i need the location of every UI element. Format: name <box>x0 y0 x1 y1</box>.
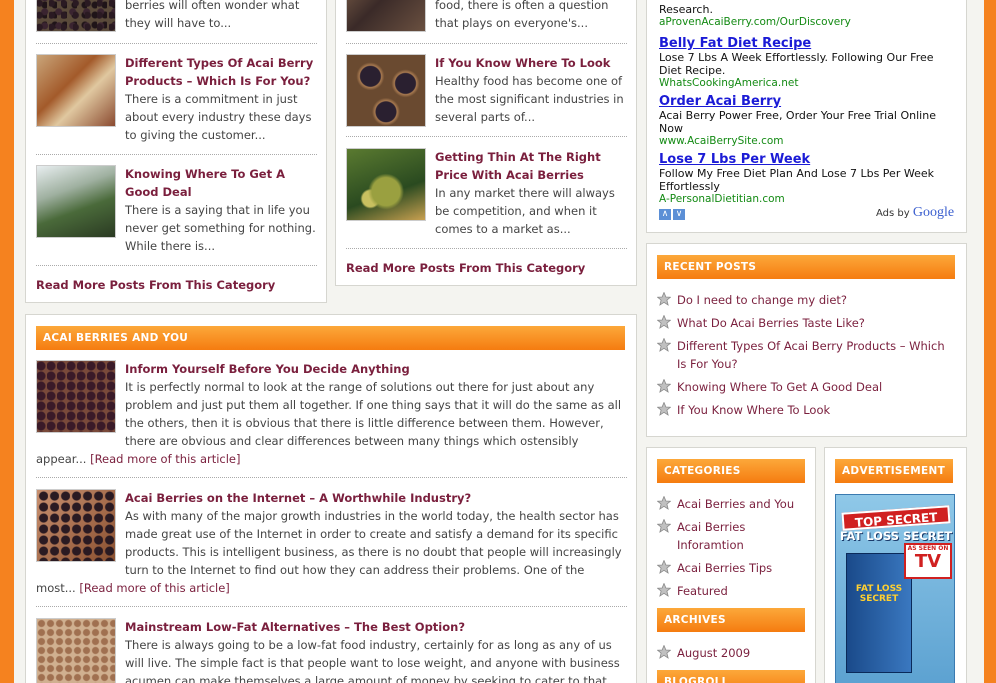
ad-arrow-up-icon[interactable]: ∧ <box>659 209 671 220</box>
post-item: Acai Berries on the Internet – A Worthwh… <box>36 489 627 599</box>
category-column-1: berries will often wonder what they will… <box>25 0 327 303</box>
post-excerpt: Healthy food has become one of the most … <box>435 74 624 124</box>
divider <box>36 477 627 478</box>
post-title-link[interactable]: Mainstream Low-Fat Alternatives – The Be… <box>125 618 465 636</box>
seen-on-tv-badge: AS SEEN ON TV <box>904 543 952 579</box>
ad-title-link[interactable]: Belly Fat Diet Recipe <box>659 36 959 51</box>
post-body: It is perfectly normal to look at the ra… <box>36 380 622 466</box>
divider <box>346 43 627 44</box>
ad-unit: Belly Fat Diet Recipe Lose 7 Lbs A Week … <box>659 36 959 90</box>
post-excerpt: There is a saying that in life you never… <box>125 203 316 253</box>
read-more-article-link[interactable]: [Read more of this article] <box>90 452 240 466</box>
widget-header: Advertisement <box>835 459 955 483</box>
page: berries will often wonder what they will… <box>14 0 984 683</box>
ad-url-link[interactable]: aProvenAcaiBerry.com/OurDiscovery <box>659 16 959 29</box>
widget-header-blogroll: Blogroll <box>657 670 807 683</box>
section-header: Acai Berries and You <box>36 326 627 350</box>
category-column-2: food, there is often a question that pla… <box>335 0 637 286</box>
categories-widget: Categories Acai Berries and You Acai Ber… <box>646 447 816 683</box>
divider <box>36 43 317 44</box>
recent-posts-widget: Recent Posts Do I need to change my diet… <box>646 243 967 437</box>
post-title-link[interactable]: If You Know Where To Look <box>435 54 627 72</box>
post-thumbnail[interactable] <box>346 148 426 221</box>
ad-arrow-down-icon[interactable]: ∨ <box>673 209 685 220</box>
star-bullet-icon <box>656 518 672 533</box>
post-thumbnail[interactable] <box>36 54 116 127</box>
post-thumbnail[interactable] <box>36 0 116 32</box>
ad-title-link[interactable]: Lose 7 Lbs Per Week <box>659 152 959 167</box>
star-bullet-icon <box>656 582 672 597</box>
ad-body: Research. <box>659 3 713 16</box>
post-item: Mainstream Low-Fat Alternatives – The Be… <box>36 618 627 683</box>
post-excerpt: food, there is often a question that pla… <box>435 0 609 30</box>
ad-body: Lose 7 Lbs A Week Effortlessly. Followin… <box>659 51 934 77</box>
post-body: As with many of the major growth industr… <box>36 509 622 595</box>
post-title-link[interactable]: Knowing Where To Get A Good Deal <box>125 165 317 201</box>
widget-header: Categories <box>657 459 807 483</box>
widget-header-archives: Archives <box>657 608 807 632</box>
google-ads-box: Research. aProvenAcaiBerry.com/OurDiscov… <box>646 0 967 233</box>
post-thumbnail[interactable] <box>346 54 426 127</box>
post-title-link[interactable]: Getting Thin At The Right Price With Aca… <box>435 148 627 184</box>
divider <box>36 265 317 266</box>
star-bullet-icon <box>656 378 672 393</box>
star-bullet-icon <box>656 495 672 510</box>
banner-top-secret: TOP SECRET <box>841 505 951 531</box>
ad-title-link[interactable]: Order Acai Berry <box>659 94 959 109</box>
ad-body: Acai Berry Power Free, Order Your Free T… <box>659 109 936 135</box>
ad-unit: Lose 7 Lbs Per Week Follow My Free Diet … <box>659 152 959 206</box>
star-bullet-icon <box>656 644 672 659</box>
post-thumbnail[interactable] <box>346 0 426 32</box>
star-bullet-icon <box>656 337 672 352</box>
ad-url-link[interactable]: WhatsCookingAmerica.net <box>659 77 959 90</box>
post-excerpt: In any market there will always be compe… <box>435 186 615 236</box>
ad-url-link[interactable]: www.AcaiBerrySite.com <box>659 135 959 148</box>
read-more-article-link[interactable]: [Read more of this article] <box>79 581 229 595</box>
star-bullet-icon <box>656 401 672 416</box>
post-thumbnail[interactable] <box>36 165 116 238</box>
google-logo: Google <box>912 205 955 220</box>
post-title-link[interactable]: Inform Yourself Before You Decide Anythi… <box>125 360 410 378</box>
ad-unit: Order Acai Berry Acai Berry Power Free, … <box>659 94 959 148</box>
ads-by-google-link[interactable]: Ads by Google <box>876 205 954 221</box>
post-title-link[interactable]: Acai Berries on the Internet – A Worthwh… <box>125 489 471 507</box>
divider <box>36 606 627 607</box>
post-excerpt: There is a commitment in just about ever… <box>125 92 312 142</box>
star-bullet-icon <box>656 314 672 329</box>
divider <box>346 248 627 249</box>
post-body: There is always going to be a low-fat fo… <box>125 638 620 683</box>
post-excerpt: berries will often wonder what they will… <box>125 0 300 30</box>
divider <box>36 154 317 155</box>
star-bullet-icon <box>656 291 672 306</box>
category-section-acai-berries-and-you: Acai Berries and You Inform Yourself Bef… <box>25 314 637 683</box>
read-more-link[interactable]: Read More Posts From This Category <box>346 261 585 275</box>
fat-loss-ad-banner[interactable]: TOP SECRET FAT LOSS SECRET FAT LOSS SECR… <box>835 494 955 683</box>
book-cover-image: FAT LOSS SECRET <box>846 553 912 673</box>
divider <box>346 136 627 137</box>
ad-unit-partial: Research. aProvenAcaiBerry.com/OurDiscov… <box>659 3 959 29</box>
post-title-link[interactable]: Different Types Of Acai Berry Products –… <box>125 54 317 90</box>
read-more-link[interactable]: Read More Posts From This Category <box>36 278 275 292</box>
advertisement-widget: Advertisement TOP SECRET FAT LOSS SECRET… <box>824 447 967 683</box>
widget-header: Recent Posts <box>657 255 957 279</box>
ad-body: Follow My Free Diet Plan And Lose 7 Lbs … <box>659 167 934 193</box>
star-bullet-icon <box>656 559 672 574</box>
post-item: Inform Yourself Before You Decide Anythi… <box>36 360 627 470</box>
banner-fat-loss: FAT LOSS SECRET <box>839 529 953 543</box>
